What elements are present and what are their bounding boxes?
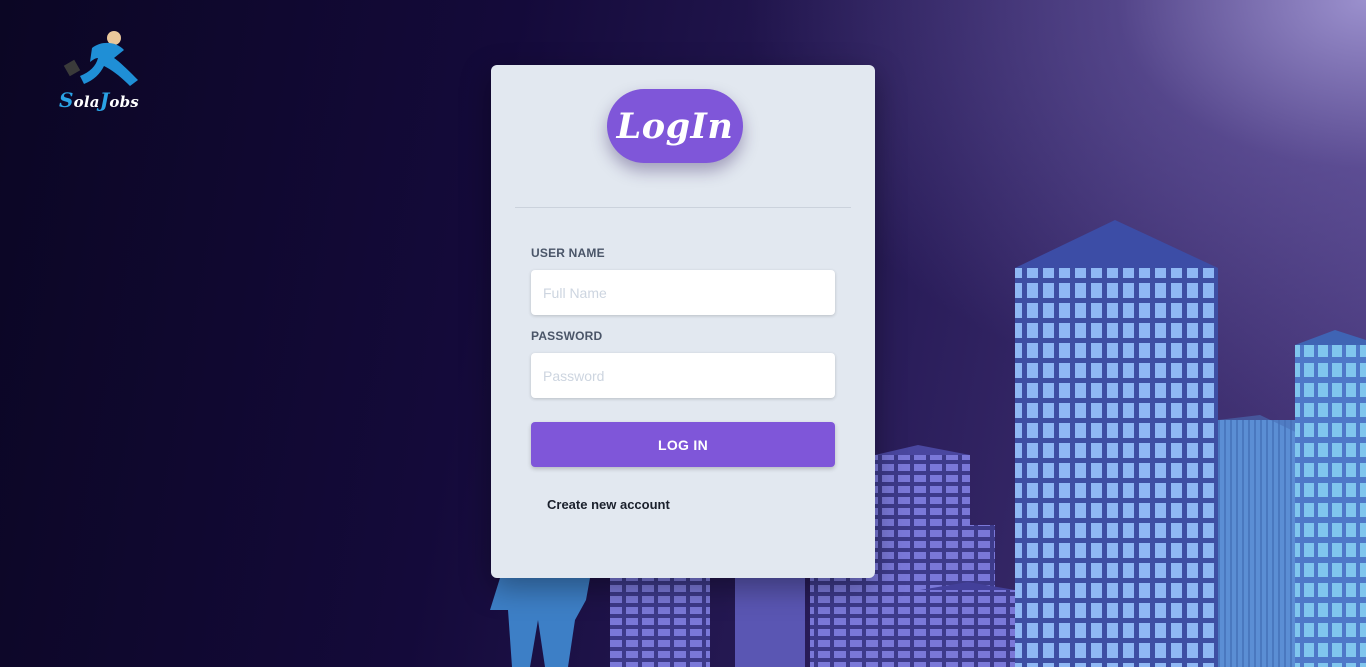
solajobs-logo[interactable]: SolaJobs [56, 28, 140, 112]
username-label: USER NAME [531, 246, 605, 260]
login-button[interactable]: LOG IN [531, 422, 835, 467]
logo-wordmark: SolaJobs [59, 88, 139, 112]
login-page: SolaJobs LogIn USER NAME PASSWORD LOG IN… [0, 0, 1366, 667]
login-card: LogIn USER NAME PASSWORD LOG IN Create n… [491, 65, 875, 578]
password-input[interactable] [531, 353, 835, 398]
login-title: LogIn [616, 105, 734, 147]
divider [515, 207, 851, 208]
login-title-badge: LogIn [607, 89, 743, 163]
running-man-icon [63, 31, 138, 86]
password-label: PASSWORD [531, 329, 603, 343]
username-input[interactable] [531, 270, 835, 315]
create-account-link[interactable]: Create new account [547, 497, 670, 512]
